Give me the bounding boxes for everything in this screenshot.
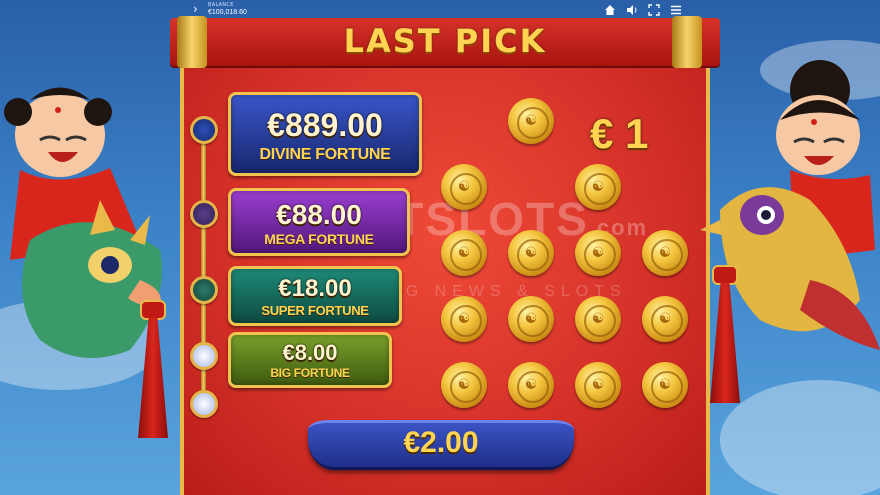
pick-coin[interactable]: ☯ [642, 230, 688, 276]
pick-coin[interactable]: ☯ [508, 230, 554, 276]
pick-coin[interactable]: ☯ [575, 164, 621, 210]
cloud [720, 380, 880, 495]
balance-value: €100,018.60 [208, 9, 247, 16]
total-win-amount: €2.00 [403, 426, 479, 459]
pick-coin[interactable]: ☯ [642, 296, 688, 342]
tassel-knot-left [140, 300, 166, 320]
jackpot-super-name: SUPER FORTUNE [261, 303, 369, 318]
pick-coin[interactable]: ☯ [575, 362, 621, 408]
chevron-right-icon[interactable]: › [193, 3, 198, 15]
jackpot-divine-fortune: €889.00 DIVINE FORTUNE [228, 92, 422, 176]
ladder-dot-divine [190, 116, 218, 144]
revealed-prize: € 1 [590, 110, 649, 157]
pick-coin[interactable]: ☯ [642, 362, 688, 408]
jackpot-mega-name: MEGA FORTUNE [264, 231, 374, 247]
jackpot-big-name: BIG FORTUNE [270, 366, 350, 380]
jackpot-super-amount: €18.00 [278, 275, 352, 302]
sound-icon[interactable] [626, 4, 638, 16]
ladder-dot-big [190, 342, 218, 370]
pick-coin[interactable]: ☯ [575, 296, 621, 342]
pick-coin[interactable]: ☯ [441, 296, 487, 342]
menu-icon[interactable] [670, 4, 682, 16]
pick-coin[interactable]: ☯ [508, 296, 554, 342]
top-hud: › BALANCE €100,018.60 [0, 0, 880, 20]
balance-label: BALANCE [208, 2, 234, 8]
ladder-dot-super [190, 276, 218, 304]
pick-coin[interactable]: ☯ [575, 230, 621, 276]
scroll-cap-right [672, 16, 702, 68]
jackpot-mega-fortune: €88.00 MEGA FORTUNE [228, 188, 410, 256]
pick-coin[interactable]: ☯ [508, 98, 554, 144]
pick-coin[interactable]: ☯ [441, 362, 487, 408]
ladder-dot-empty [190, 390, 218, 418]
jackpot-big-amount: €8.00 [282, 340, 338, 365]
ladder-dot-mega [190, 200, 218, 228]
game-title: LAST PICK [343, 22, 547, 60]
total-win-banner: €2.00 [308, 420, 574, 470]
pick-coin[interactable]: ☯ [441, 164, 487, 210]
tassel-knot-right [712, 265, 738, 285]
pick-coin[interactable]: ☯ [508, 362, 554, 408]
home-icon[interactable] [604, 4, 616, 16]
jackpot-big-fortune: €8.00 BIG FORTUNE [228, 332, 392, 388]
fullscreen-icon[interactable] [648, 4, 660, 16]
jackpot-super-fortune: €18.00 SUPER FORTUNE [228, 266, 402, 326]
pick-coin[interactable]: ☯ [441, 230, 487, 276]
jackpot-mega-amount: €88.00 [276, 199, 362, 230]
jackpot-divine-name: DIVINE FORTUNE [259, 146, 391, 163]
scroll-cap-left [177, 16, 207, 68]
jackpot-divine-amount: €889.00 [267, 107, 383, 143]
